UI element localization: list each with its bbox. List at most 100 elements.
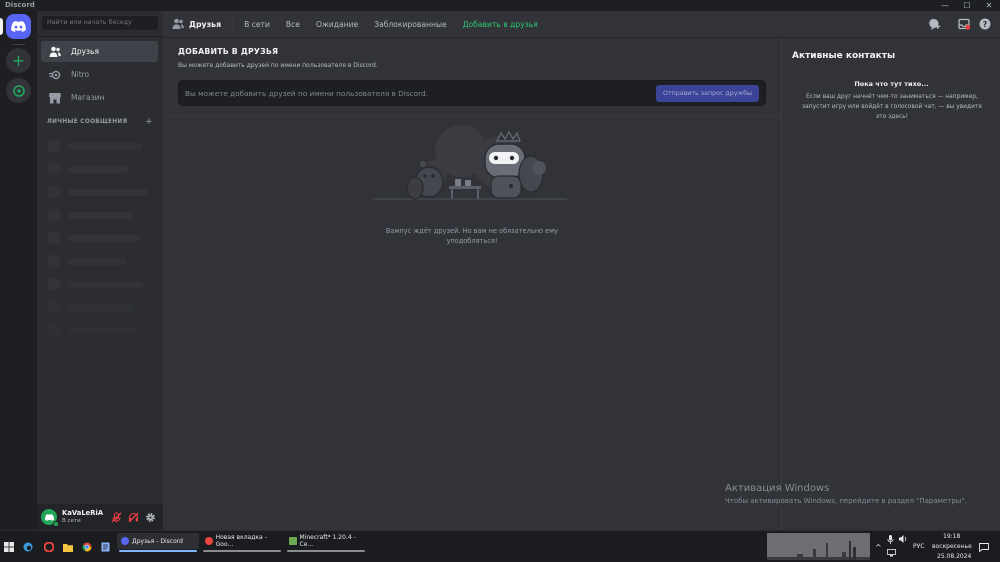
language-indicator[interactable]: РУС [913,543,924,550]
server-rail: + [0,11,37,530]
notification-icon [979,542,989,552]
chevron-up-icon: ^ [875,542,882,552]
document-icon [101,542,110,552]
opera-icon [44,542,54,552]
dm-placeholder [47,208,134,222]
rail-divider [12,44,25,45]
mute-button[interactable] [109,510,123,524]
new-group-dm-button[interactable] [927,17,941,31]
online-status-indicator [53,521,59,527]
wumpus-illustration [373,125,567,200]
deafen-button[interactable] [126,510,140,524]
help-button[interactable]: ? [978,17,992,31]
sidebar-divider [37,36,163,37]
gear-icon [145,512,155,522]
dm-placeholder [47,162,128,176]
active-now-panel: Активные контакты Пока что тут тихо... Е… [781,38,1000,530]
chrome-icon [205,537,213,545]
title-bar: Discord — ☐ ✕ [0,0,1000,11]
show-hidden-icons-button[interactable]: ^ [875,535,882,559]
add-server-button[interactable]: + [6,48,31,73]
watermark-text: Чтобы активировать Windows, перейдите в … [725,497,967,505]
inbox-button[interactable] [957,17,971,31]
running-indicator [287,550,365,552]
taskbar-item-label: Minecraft* 1.20.4 - Се... [299,534,356,548]
explore-button[interactable] [6,78,31,103]
clock-day: воскресенье [932,543,972,550]
tab-add-friend[interactable]: Добавить в друзья [463,20,538,29]
username-input[interactable] [185,87,645,100]
taskbar-chrome-button[interactable] [82,535,92,559]
dm-placeholder [47,323,138,337]
taskbar-item-label: Друзья - Discord [132,537,183,545]
search-input[interactable] [42,16,158,30]
page-title: Друзья [189,19,222,29]
home-button[interactable] [6,14,31,39]
taskbar-item-label: Новая вкладка - Goo... [215,534,267,548]
selected-pill [0,18,3,35]
friends-icon [172,18,184,30]
network-tray-button[interactable] [887,547,896,559]
volume-tray-button[interactable] [899,533,908,545]
folder-icon [63,543,73,552]
start-button[interactable] [4,535,14,559]
tab-blocked[interactable]: Заблокированные [374,20,446,29]
svg-text:?: ? [983,20,988,29]
edge-icon [23,542,33,552]
running-indicator [203,550,281,552]
maximize-button[interactable]: ☐ [956,0,978,11]
empty-state-text: Вампус ждёт друзей. Но вам не обязательн… [385,227,559,245]
mic-muted-icon [111,511,121,522]
discord-app: Discord — ☐ ✕ + Друзья N [0,0,1000,530]
microphone-tray-button[interactable] [887,533,894,545]
create-dm-button[interactable]: + [145,118,153,127]
window-title: Discord [5,1,35,9]
nav-friends[interactable]: Друзья [41,41,158,62]
discord-logo-icon [11,21,26,32]
dm-header-label: ЛИЧНЫЕ СООБЩЕНИЯ [47,119,128,125]
tab-all[interactable]: Все [286,20,300,29]
speaker-icon [899,535,907,543]
send-friend-request-button[interactable]: Отправить запрос дружбы [656,85,759,102]
user-settings-button[interactable] [143,510,157,524]
friends-icon [48,45,62,59]
dm-placeholder [47,277,144,291]
watermark-title: Активация Windows [725,483,830,494]
clock-date: 25.08.2024 [937,553,972,560]
taskbar-opera-button[interactable] [44,535,54,559]
friends-toolbar: Друзья В сети Все Ожидание Заблокированн… [163,11,1000,38]
add-friend-section: ДОБАВИТЬ В ДРУЗЬЯ Вы можете добавить дру… [163,38,781,530]
shop-icon [48,91,62,105]
username: KaVaLeRiA [62,509,104,517]
inbox-icon [958,18,970,30]
nav-nitro[interactable]: Nitro [41,64,158,85]
active-indicator [119,550,197,552]
clock-time[interactable]: 19:18 [943,533,960,540]
nav-shop[interactable]: Магазин [41,87,158,108]
toolbar-divider [233,18,235,30]
tab-online[interactable]: В сети [244,20,270,29]
weather-widget-thumbnail[interactable] [767,533,870,560]
chrome-icon [82,542,92,552]
friends-page: Друзья В сети Все Ожидание Заблокированн… [163,11,1000,530]
microphone-icon [887,534,894,544]
dm-placeholder [47,231,140,245]
taskbar-item-discord[interactable]: Друзья - Discord [117,533,199,552]
discord-icon [121,537,129,545]
windows-activation-watermark: Активация Windows Чтобы активировать Win… [725,483,967,505]
close-button[interactable]: ✕ [978,0,1000,11]
notifications-button[interactable] [979,535,989,559]
headphones-muted-icon [128,512,138,522]
nav-shop-label: Магазин [71,93,105,102]
taskbar-explorer-button[interactable] [63,535,73,559]
tab-pending[interactable]: Ожидание [316,20,358,29]
taskbar-notepad-button[interactable] [101,535,110,559]
dm-placeholder [47,185,148,199]
windows-logo-icon [4,542,14,552]
minecraft-icon [289,537,297,545]
active-now-subtitle: Пока что тут тихо... [854,80,929,88]
taskbar-item-minecraft[interactable]: Minecraft* 1.20.4 - Се... [285,533,367,552]
taskbar-item-chrome[interactable]: Новая вкладка - Goo... [201,533,283,552]
minimize-button[interactable]: — [934,0,956,11]
taskbar-edge-button[interactable] [23,535,33,559]
